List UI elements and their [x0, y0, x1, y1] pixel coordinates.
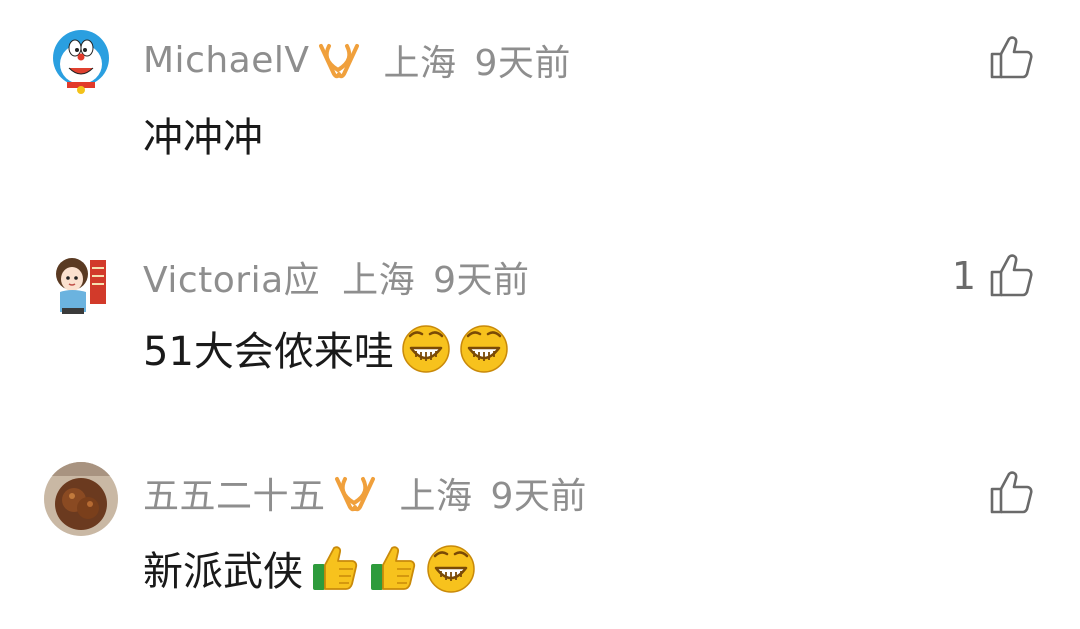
grin-emoji-icon [458, 322, 510, 374]
thumbs-up-icon [986, 33, 1036, 83]
thumbs-up-emoji-icon [309, 542, 361, 594]
location: 上海 [383, 43, 457, 84]
doraemon-avatar-icon[interactable] [44, 26, 118, 100]
comment-text: 新派武侠 [143, 540, 477, 596]
location: 上海 [399, 476, 473, 517]
like-button[interactable] [976, 465, 1036, 521]
vip-badge-icon [316, 40, 362, 80]
comment-meta: MichaelV 上海 9天前 [143, 35, 571, 85]
thumbs-up-icon [986, 468, 1036, 518]
grin-emoji-icon [400, 322, 452, 374]
comment-text: 51大会侬来哇 [143, 320, 510, 376]
thumbs-up-emoji-icon [367, 542, 419, 594]
username[interactable]: 五五二十五 [143, 467, 326, 519]
vip-badge-icon [332, 473, 378, 513]
like-button[interactable] [976, 30, 1036, 86]
timestamp: 9天前 [474, 43, 571, 84]
username[interactable]: Victoria应 [143, 251, 320, 303]
food-photo-avatar-icon[interactable] [44, 462, 118, 536]
timestamp: 9天前 [433, 260, 530, 301]
username[interactable]: MichaelV [143, 40, 310, 81]
grin-emoji-icon [425, 542, 477, 594]
comment-body: 冲冲冲 [143, 115, 263, 161]
comment-meta: Victoria应 上海 9天前 [143, 252, 530, 302]
comment-meta: 五五二十五 上海 9天前 [143, 468, 587, 518]
comment-body: 新派武侠 [143, 549, 303, 595]
like-count: 1 [951, 254, 976, 298]
location: 上海 [342, 260, 416, 301]
like-button[interactable]: 1 [952, 248, 1036, 304]
timestamp: 9天前 [490, 476, 587, 517]
cartoon-girl-avatar-icon[interactable] [44, 246, 118, 320]
comment-body: 51大会侬来哇 [143, 329, 394, 375]
comment-text: 冲冲冲 [143, 106, 263, 162]
thumbs-up-icon [986, 251, 1036, 301]
